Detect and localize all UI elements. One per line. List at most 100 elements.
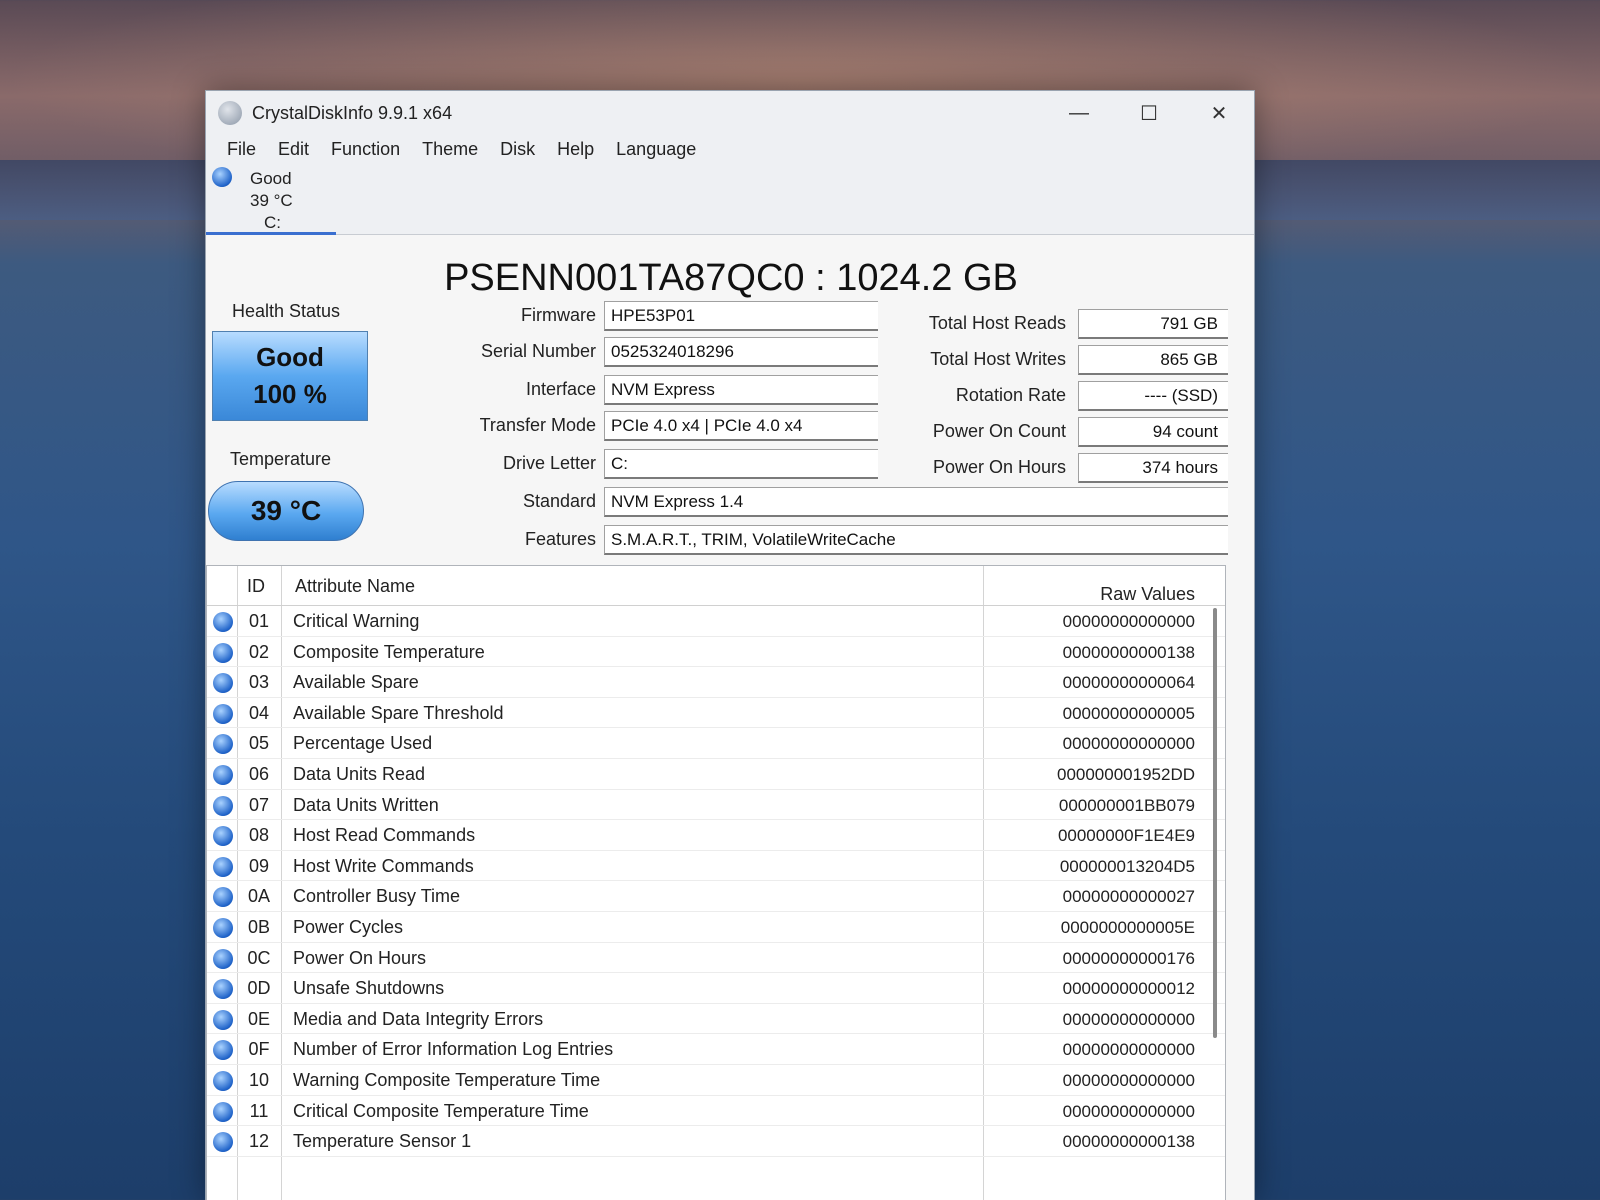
table-row[interactable]: 01 Critical Warning 00000000000000: [207, 606, 1225, 637]
disk-model-title: PSENN001TA87QC0 : 1024.2 GB: [444, 257, 1018, 299]
disk-info-panel: PSENN001TA87QC0 : 1024.2 GB Health Statu…: [206, 235, 1254, 1200]
attribute-raw-value: 00000000000138: [1062, 642, 1195, 662]
table-row[interactable]: 08 Host Read Commands 00000000F1E4E9: [207, 820, 1225, 851]
status-dot-icon: [213, 1009, 233, 1030]
status-dot-icon: [213, 979, 233, 1000]
attribute-raw-value: 00000000F1E4E9: [1057, 826, 1195, 846]
table-row[interactable]: 0C Power On Hours 00000000000176: [207, 943, 1225, 974]
attribute-raw-value: 00000000000000: [1062, 1070, 1195, 1090]
table-row[interactable]: 0E Media and Data Integrity Errors 0000000…: [207, 1004, 1225, 1035]
attribute-name: Host Write Commands: [293, 855, 474, 876]
table-row[interactable]: 03 Available Spare 00000000000064: [207, 667, 1225, 698]
header-raw-values[interactable]: Raw Values: [1100, 584, 1195, 605]
total-host-writes-label: Total Host Writes: [930, 349, 1066, 369]
disk-tab-letter: C:: [264, 213, 281, 232]
smart-table-header: ID Attribute Name Raw Values: [207, 566, 1225, 606]
attribute-raw-value: 00000000000000: [1062, 1040, 1195, 1060]
attribute-name: Available Spare Threshold: [293, 702, 504, 723]
table-row[interactable]: 0D Unsafe Shutdowns 00000000000012: [207, 973, 1225, 1004]
rotation-rate-label: Rotation Rate: [955, 385, 1066, 405]
status-dot-icon: [213, 703, 233, 724]
attribute-name: Percentage Used: [293, 733, 433, 754]
table-row[interactable]: 0A Controller Busy Time 00000000000027: [207, 881, 1225, 912]
attribute-id: 12: [248, 1131, 270, 1152]
attribute-name: Controller Busy Time: [293, 886, 461, 907]
table-row[interactable]: 0B Power Cycles 0000000000005E: [207, 912, 1225, 943]
attribute-raw-value: 00000000000027: [1062, 887, 1195, 907]
status-dot-icon: [213, 673, 233, 694]
menu-function[interactable]: Function: [320, 139, 411, 160]
table-row[interactable]: 12 Temperature Sensor 1 00000000000138: [207, 1126, 1225, 1157]
attribute-id: 11: [249, 1100, 269, 1121]
menu-file[interactable]: File: [216, 139, 267, 160]
attribute-name: Available Spare: [293, 672, 419, 693]
attribute-raw-value: 00000000000012: [1062, 979, 1195, 999]
close-button[interactable]: ✕: [1184, 91, 1254, 135]
attribute-id: 03: [248, 672, 270, 693]
table-row[interactable]: 10 Warning Composite Temperature Time 0000…: [207, 1065, 1225, 1096]
health-percent-text: 100 %: [253, 379, 327, 409]
table-row[interactable]: 11 Critical Composite Temperature Time 000…: [207, 1096, 1225, 1127]
menu-edit[interactable]: Edit: [267, 139, 320, 160]
status-dot-icon: [213, 1070, 233, 1091]
serial-number-label: Serial Number: [480, 341, 596, 361]
attribute-id: 0F: [248, 1039, 270, 1060]
transfer-mode-label: Transfer Mode: [479, 415, 596, 435]
attribute-raw-value: 00000000000000: [1062, 1009, 1195, 1029]
power-on-hours-label: Power On Hours: [932, 457, 1066, 477]
status-dot-icon: [213, 764, 233, 785]
standard-label: Standard: [522, 491, 596, 511]
attribute-raw-value: 00000000000000: [1062, 1101, 1195, 1121]
attribute-raw-value: 00000000000000: [1062, 612, 1195, 631]
table-row[interactable]: 05 Percentage Used 00000000000000: [207, 728, 1225, 759]
status-dot-icon: [213, 1101, 233, 1122]
total-host-reads-value: 791 GB: [1078, 309, 1228, 339]
menu-disk[interactable]: Disk: [489, 139, 546, 160]
title-bar[interactable]: CrystalDiskInfo 9.9.1 x64 — ☐ ✕: [206, 91, 1254, 135]
table-row[interactable]: 02 Composite Temperature 00000000000138: [207, 637, 1225, 668]
health-status-text: Good: [256, 342, 324, 372]
attribute-raw-value: 00000000000176: [1062, 948, 1195, 968]
status-dot-icon: [213, 887, 233, 908]
maximize-button[interactable]: ☐: [1114, 91, 1184, 135]
attribute-name: Composite Temperature: [293, 641, 485, 662]
interface-label: Interface: [525, 379, 596, 399]
table-row[interactable]: 0F Number of Error Information Log Entrie…: [207, 1034, 1225, 1065]
menu-theme[interactable]: Theme: [411, 139, 489, 160]
attribute-raw-value: 000000001952DD: [1056, 764, 1195, 784]
status-dot-icon: [213, 948, 233, 969]
attribute-name: Warning Composite Temperature Time: [293, 1069, 601, 1090]
table-row[interactable]: 06 Data Units Read 000000001952DD: [207, 759, 1225, 790]
menu-language[interactable]: Language: [605, 139, 707, 160]
health-status-label: Health Status: [232, 301, 341, 321]
header-attribute-name[interactable]: Attribute Name: [295, 576, 415, 597]
menu-help[interactable]: Help: [546, 139, 605, 160]
attribute-raw-value: 00000000000138: [1062, 1132, 1195, 1152]
disk-tab-bar: Good 39 °C C:: [206, 163, 1254, 235]
disk-tab-c[interactable]: Good 39 °C C:: [206, 163, 336, 235]
attribute-raw-value: 000000013204D5: [1059, 856, 1195, 876]
attribute-name: Power Cycles: [293, 916, 404, 937]
status-dot-icon: [213, 917, 233, 938]
attribute-raw-value: 00000000000064: [1062, 673, 1195, 693]
attribute-name: Media and Data Integrity Errors: [293, 1008, 544, 1029]
table-scrollbar[interactable]: [1213, 608, 1217, 1038]
smart-rows: 01 Critical Warning 00000000000000 02 Compos…: [207, 606, 1225, 1157]
table-row[interactable]: 09 Host Write Commands 000000013204D5: [207, 851, 1225, 882]
header-id[interactable]: ID: [247, 576, 265, 597]
temperature-button[interactable]: 39 °C: [208, 481, 364, 541]
table-row[interactable]: 07 Data Units Written 000000001BB079: [207, 790, 1225, 821]
health-status-button[interactable]: Good 100 %: [212, 331, 368, 421]
power-on-count-label: Power On Count: [932, 421, 1066, 441]
attribute-id: 0A: [247, 886, 271, 907]
firmware-label: Firmware: [521, 305, 596, 325]
table-row[interactable]: 04 Available Spare Threshold 0000000000000…: [207, 698, 1225, 729]
attribute-raw-value: 00000000000005: [1062, 703, 1195, 723]
attribute-id: 0C: [247, 947, 271, 968]
smart-attributes-table[interactable]: ID Attribute Name Raw Values 01 Critical …: [206, 565, 1226, 1200]
attribute-name: Critical Composite Temperature Time: [293, 1100, 589, 1121]
minimize-button[interactable]: —: [1044, 91, 1114, 135]
attribute-id: 09: [248, 855, 270, 876]
attribute-id: 01: [248, 611, 270, 631]
features-label: Features: [524, 529, 596, 549]
